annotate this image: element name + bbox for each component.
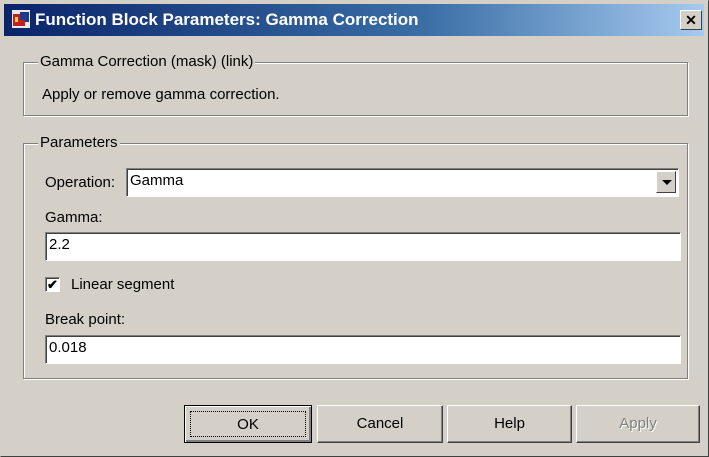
cancel-button[interactable]: Cancel [317,405,443,443]
title-bar[interactable]: Function Block Parameters: Gamma Correct… [4,4,704,36]
checkmark-icon: ✔ [47,277,58,292]
parameters-group-title: Parameters [38,134,120,151]
ok-button[interactable]: OK [184,405,312,443]
simulink-block-icon [12,10,30,28]
dialog-window: Function Block Parameters: Gamma Correct… [0,0,709,457]
help-button-label: Help [494,415,525,432]
linear-segment-checkbox[interactable]: ✔ [45,277,60,292]
window-title: Function Block Parameters: Gamma Correct… [35,10,419,29]
apply-button: Apply [576,405,700,443]
ok-button-label: OK [237,416,259,433]
cancel-button-label: Cancel [356,415,404,432]
break-point-label: Break point: [45,311,126,328]
close-button[interactable]: ✕ [680,10,702,30]
apply-button-label: Apply [619,415,657,432]
gamma-input[interactable]: 2.2 [45,232,681,261]
gamma-label: Gamma: [45,209,103,226]
linear-segment-label[interactable]: Linear segment [71,276,174,293]
break-point-value: 0.018 [49,339,87,356]
operation-label: Operation: [45,174,116,191]
chevron-down-icon[interactable] [656,171,676,193]
operation-selected-value: Gamma [130,172,184,189]
ok-button-focus-ring: OK [190,411,306,437]
break-point-input[interactable]: 0.018 [45,335,681,364]
help-button[interactable]: Help [447,405,572,443]
close-icon: ✕ [685,12,697,28]
description-group-title: Gamma Correction (mask) (link) [38,53,256,70]
gamma-value: 2.2 [49,236,70,253]
description-text: Apply or remove gamma correction. [42,86,280,103]
operation-dropdown[interactable]: Gamma [126,168,679,197]
